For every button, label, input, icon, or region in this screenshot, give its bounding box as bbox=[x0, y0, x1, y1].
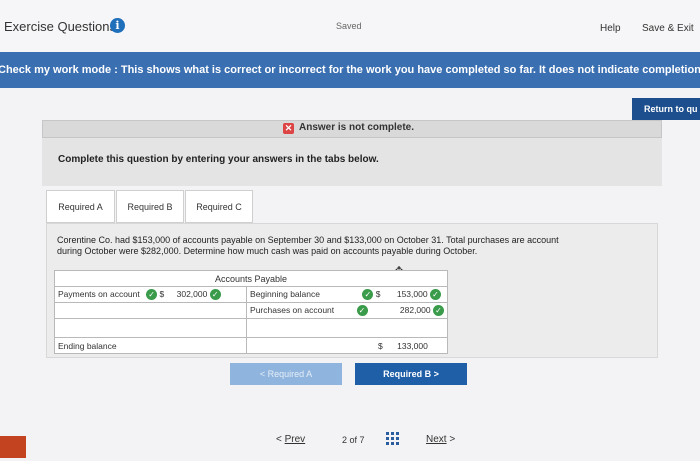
saved-status: Saved bbox=[336, 21, 362, 31]
help-link[interactable]: Help bbox=[600, 23, 621, 34]
ending-currency: $ bbox=[378, 340, 383, 351]
ending-balance-value[interactable]: 133,000 bbox=[397, 341, 428, 351]
check-icon: ✓ bbox=[429, 289, 441, 301]
debit-cell[interactable]: Payments on account ✓ $ 302,000 ✓ bbox=[53, 286, 248, 303]
tab-required-c[interactable]: Required C bbox=[185, 190, 253, 223]
purchases-label: Purchases on account bbox=[250, 304, 335, 315]
question-text-line-2: during October were $282,000. Determine … bbox=[57, 246, 478, 256]
brand-logo bbox=[0, 436, 26, 458]
page-indicator: 2 of 7 bbox=[342, 435, 365, 445]
ending-balance-value-cell[interactable]: $ 133,000 bbox=[246, 337, 448, 354]
instructions-text: Complete this question by entering your … bbox=[58, 154, 379, 165]
debit-cell-empty[interactable] bbox=[53, 302, 248, 319]
check-icon: ✓ bbox=[146, 289, 158, 301]
check-icon: ✓ bbox=[433, 305, 444, 317]
grid-icon[interactable] bbox=[386, 432, 399, 445]
prev-required-button[interactable]: < Required A bbox=[230, 363, 342, 385]
tab-required-a[interactable]: Required A bbox=[46, 190, 115, 223]
banner-text: Check my work mode : This shows what is … bbox=[0, 64, 700, 76]
debit-currency: $ bbox=[159, 288, 165, 299]
credit-cell-1[interactable]: Beginning balance ✓ $ 153,000 ✓ bbox=[246, 286, 448, 303]
prev-label: Prev bbox=[284, 434, 306, 445]
chevron-left-icon: < bbox=[276, 434, 282, 445]
instructions-box: Complete this question by entering your … bbox=[42, 138, 662, 186]
return-to-question-button[interactable]: Return to qu bbox=[632, 98, 700, 120]
question-text-line-1: Corentine Co. had $153,000 of accounts p… bbox=[57, 235, 559, 245]
t-account-title: Accounts Payable bbox=[54, 270, 448, 287]
t-account-table: Accounts Payable Payments on account ✓ $… bbox=[53, 270, 448, 354]
credit-currency: $ bbox=[375, 288, 381, 299]
answer-status-text: Answer is not complete. bbox=[299, 122, 415, 133]
exercise-questions-title[interactable]: Exercise Questions bbox=[4, 19, 116, 34]
credit-cell-2[interactable]: Purchases on account ✓ 282,000 ✓ bbox=[246, 302, 448, 319]
next-link[interactable]: Next > bbox=[426, 434, 455, 445]
check-icon: ✓ bbox=[209, 289, 221, 301]
next-label: Next bbox=[426, 434, 447, 445]
tab-required-b[interactable]: Required B bbox=[116, 190, 184, 223]
beginning-balance-value[interactable]: 153,000 bbox=[397, 289, 428, 299]
credit-cell-empty[interactable] bbox=[246, 318, 448, 338]
chevron-right-icon: > bbox=[449, 434, 456, 445]
check-work-banner: Check my work mode : This shows what is … bbox=[0, 52, 700, 88]
debit-cell-empty[interactable] bbox=[53, 318, 248, 338]
payments-value[interactable]: 302,000 bbox=[177, 289, 208, 299]
ending-balance-label: Ending balance bbox=[58, 340, 117, 351]
beginning-balance-label: Beginning balance bbox=[250, 288, 320, 299]
prev-link[interactable]: < Prev bbox=[276, 434, 305, 445]
next-required-button[interactable]: Required B > bbox=[355, 363, 467, 385]
purchases-value[interactable]: 282,000 bbox=[400, 305, 431, 315]
ending-balance-cell: Ending balance bbox=[53, 337, 248, 354]
answer-status-bar: ✕ Answer is not complete. bbox=[42, 120, 662, 138]
save-exit-link[interactable]: Save & Exit bbox=[642, 23, 694, 34]
info-icon[interactable]: i bbox=[110, 18, 125, 33]
error-x-icon: ✕ bbox=[283, 123, 294, 134]
top-bar: Exercise Questions i Saved Help Save & E… bbox=[0, 0, 700, 53]
check-icon: ✓ bbox=[356, 305, 368, 317]
payments-label: Payments on account bbox=[58, 288, 140, 299]
check-icon: ✓ bbox=[362, 289, 374, 301]
